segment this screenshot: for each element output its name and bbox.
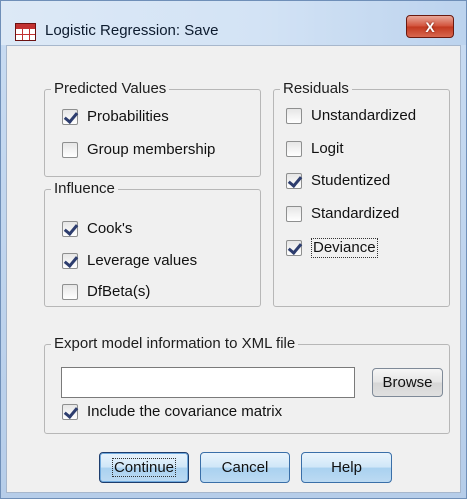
- close-button[interactable]: X: [406, 15, 454, 38]
- title-bar[interactable]: Logistic Regression: Save X: [1, 1, 466, 45]
- residuals-legend: Residuals: [280, 80, 352, 98]
- deviance-check[interactable]: [286, 240, 302, 256]
- studentized-label: Studentized: [311, 172, 391, 189]
- residuals-group: Residuals Unstandardized Logit Studentiz…: [273, 80, 450, 307]
- probabilities-check[interactable]: [62, 109, 78, 125]
- help-label: Help: [331, 459, 362, 476]
- cancel-label: Cancel: [221, 459, 269, 476]
- export-xml-legend: Export model information to XML file: [51, 335, 299, 353]
- predicted-values-legend: Predicted Values: [51, 80, 170, 98]
- predicted-values-group: Predicted Values Probabilities Group mem…: [44, 80, 261, 177]
- close-icon: X: [425, 18, 435, 35]
- deviance-label: Deviance: [311, 238, 378, 258]
- influence-legend: Influence: [51, 180, 118, 198]
- standardized-checkbox[interactable]: Standardized: [286, 205, 399, 223]
- studentized-check[interactable]: [286, 173, 302, 189]
- logit-label: Logit: [311, 140, 344, 157]
- dialog-window: Logistic Regression: Save X Predicted Va…: [0, 0, 467, 499]
- continue-button[interactable]: Continue: [99, 452, 189, 483]
- window-title: Logistic Regression: Save: [45, 22, 219, 39]
- logit-check[interactable]: [286, 141, 302, 157]
- dfbeta-check[interactable]: [62, 284, 78, 300]
- group-membership-label: Group membership: [87, 141, 216, 158]
- cooks-checkbox[interactable]: Cook's: [62, 220, 132, 238]
- xml-file-input[interactable]: [61, 367, 355, 398]
- browse-label: Browse: [382, 374, 433, 391]
- group-membership-checkbox[interactable]: Group membership: [62, 141, 215, 159]
- continue-label: Continue: [111, 458, 177, 477]
- standardized-label: Standardized: [311, 205, 400, 222]
- logit-checkbox[interactable]: Logit: [286, 140, 344, 158]
- dialog-client-area: Predicted Values Probabilities Group mem…: [6, 45, 461, 493]
- include-covariance-label: Include the covariance matrix: [87, 403, 283, 420]
- standardized-check[interactable]: [286, 206, 302, 222]
- probabilities-checkbox[interactable]: Probabilities: [62, 108, 169, 126]
- dfbeta-checkbox[interactable]: DfBeta(s): [62, 283, 150, 301]
- group-membership-check[interactable]: [62, 142, 78, 158]
- leverage-values-check[interactable]: [62, 253, 78, 269]
- unstandardized-label: Unstandardized: [311, 107, 417, 124]
- help-button[interactable]: Help: [301, 452, 392, 483]
- unstandardized-check[interactable]: [286, 108, 302, 124]
- leverage-values-checkbox[interactable]: Leverage values: [62, 252, 197, 270]
- leverage-values-label: Leverage values: [87, 252, 198, 269]
- studentized-checkbox[interactable]: Studentized: [286, 172, 390, 190]
- cooks-check[interactable]: [62, 221, 78, 237]
- browse-button[interactable]: Browse: [372, 368, 443, 397]
- include-covariance-check[interactable]: [62, 404, 78, 420]
- include-covariance-checkbox[interactable]: Include the covariance matrix: [62, 403, 282, 421]
- influence-group: Influence Cook's Leverage values DfBeta(…: [44, 180, 261, 307]
- unstandardized-checkbox[interactable]: Unstandardized: [286, 107, 416, 125]
- dfbeta-label: DfBeta(s): [87, 283, 151, 300]
- cancel-button[interactable]: Cancel: [200, 452, 290, 483]
- cooks-label: Cook's: [87, 220, 133, 237]
- probabilities-label: Probabilities: [87, 108, 169, 125]
- spss-app-icon: [15, 23, 36, 41]
- deviance-checkbox[interactable]: Deviance: [286, 238, 378, 258]
